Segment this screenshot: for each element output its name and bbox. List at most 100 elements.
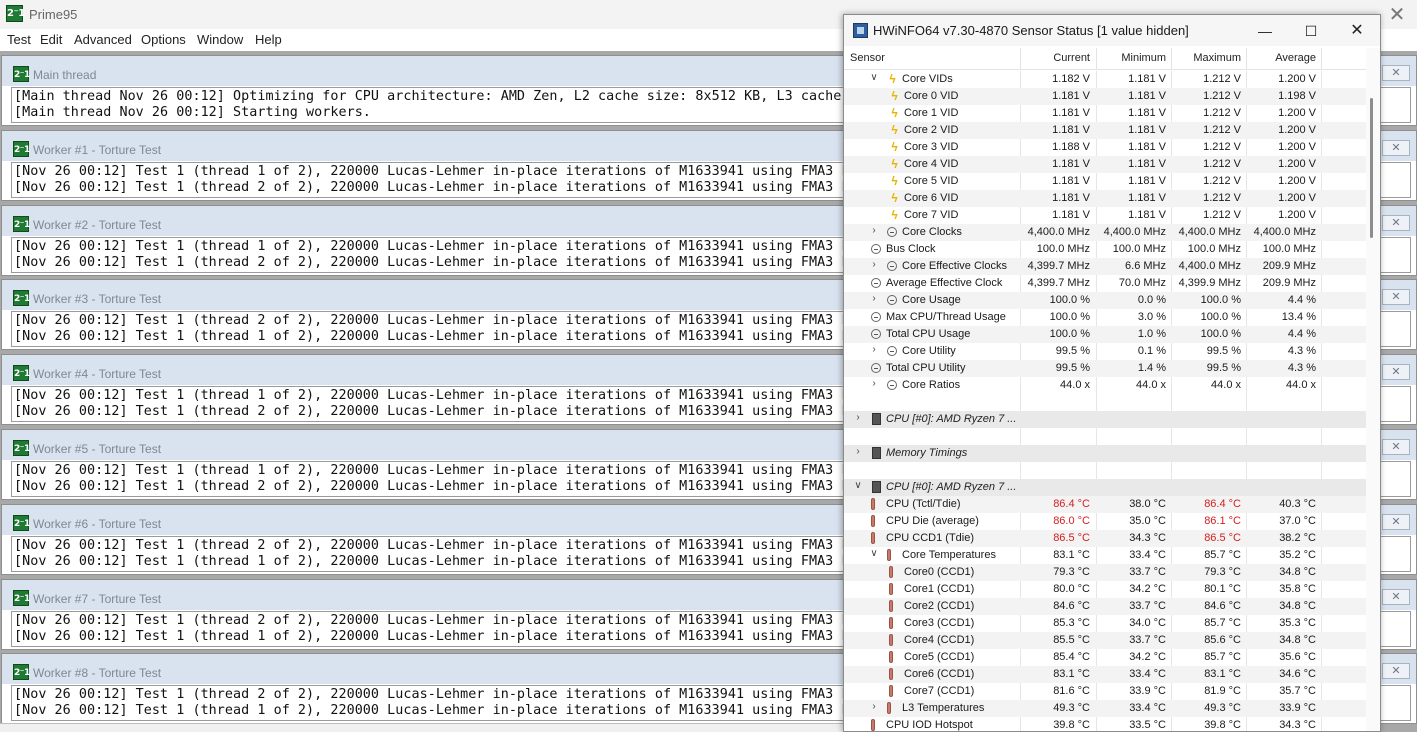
- sensor-row[interactable]: Core7 (CCD1) 81.6 °C 33.9 °C 81.9 °C 35.7 °C: [844, 683, 1366, 700]
- sensor-row[interactable]: CPU IOD Hotspot 39.8 °C 33.5 °C 39.8 °C 34.3…: [844, 717, 1366, 731]
- maximize-button[interactable]: ☐: [1292, 19, 1330, 43]
- sensor-row[interactable]: Core3 (CCD1) 85.3 °C 34.0 °C 85.7 °C 35.3 °C: [844, 615, 1366, 632]
- sensor-scrollbar-thumb[interactable]: [1370, 98, 1373, 238]
- sensor-value-current: 1.188 V: [1052, 141, 1090, 153]
- sensor-row[interactable]: Core5 (CCD1) 85.4 °C 34.2 °C 85.7 °C 35.6 °C: [844, 649, 1366, 666]
- child-close-button[interactable]: ✕: [1382, 215, 1410, 231]
- sensor-row[interactable]: ϟ Core 5 VID 1.181 V 1.181 V 1.212 V 1.200 V: [844, 173, 1366, 190]
- sensor-value-minimum: 33.4 °C: [1129, 702, 1166, 714]
- thermometer-icon: [871, 719, 875, 731]
- sensor-row[interactable]: › Core Effective Clocks 4,399.7 MHz 6.6 MHz…: [844, 258, 1366, 275]
- sensor-row[interactable]: CPU CCD1 (Tdie) 86.5 °C 34.3 °C 86.5 °C 38.2…: [844, 530, 1366, 547]
- sensor-group-row[interactable]: ∨ CPU [#0]: AMD Ryzen 7 ...: [844, 479, 1366, 496]
- sensor-row[interactable]: Core1 (CCD1) 80.0 °C 34.2 °C 80.1 °C 35.8 °C: [844, 581, 1366, 598]
- voltage-icon: ϟ: [891, 106, 898, 120]
- sensor-row[interactable]: Core0 (CCD1) 79.3 °C 33.7 °C 79.3 °C 34.8 °C: [844, 564, 1366, 581]
- menu-help[interactable]: Help: [255, 32, 282, 47]
- collapse-icon[interactable]: ∨: [869, 72, 879, 83]
- sensor-row[interactable]: Core2 (CCD1) 84.6 °C 33.7 °C 84.6 °C 34.8 °C: [844, 598, 1366, 615]
- expand-icon[interactable]: ›: [869, 225, 879, 236]
- sensor-row[interactable]: ϟ Core 6 VID 1.181 V 1.181 V 1.212 V 1.200 V: [844, 190, 1366, 207]
- expand-icon[interactable]: ›: [853, 446, 863, 457]
- collapse-icon[interactable]: ∨: [869, 548, 879, 559]
- sensor-row[interactable]: ϟ Core 7 VID 1.181 V 1.181 V 1.212 V 1.200 V: [844, 207, 1366, 224]
- sensor-scrollbar[interactable]: [1366, 48, 1380, 731]
- sensor-row[interactable]: ∨ Core Temperatures 83.1 °C 33.4 °C 85.7 °C 3…: [844, 547, 1366, 564]
- sensor-value-maximum: 1.212 V: [1203, 141, 1241, 153]
- sensor-group-row[interactable]: › Memory Timings: [844, 445, 1366, 462]
- thermometer-icon: [889, 600, 893, 612]
- child-close-button[interactable]: ✕: [1382, 589, 1410, 605]
- expand-icon[interactable]: ›: [869, 293, 879, 304]
- menu-window[interactable]: Window: [197, 32, 243, 47]
- column-header-average[interactable]: Average: [1246, 52, 1316, 64]
- sensor-value-minimum: 6.6 MHz: [1125, 260, 1166, 272]
- prime95-close-button[interactable]: ✕: [1384, 3, 1410, 27]
- menu-test[interactable]: Test: [7, 32, 31, 47]
- sensor-row[interactable]: Bus Clock 100.0 MHz 100.0 MHz 100.0 MHz 100.…: [844, 241, 1366, 258]
- sensor-name: Core7 (CCD1): [904, 685, 975, 697]
- expand-icon[interactable]: ›: [869, 259, 879, 270]
- sensor-row[interactable]: › L3 Temperatures 49.3 °C 33.4 °C 49.3 °C 33.…: [844, 700, 1366, 717]
- sensor-row[interactable]: Total CPU Utility 99.5 % 1.4 % 99.5 % 4.3 %: [844, 360, 1366, 377]
- child-title: Worker #5 - Torture Test: [33, 442, 162, 456]
- column-header-sensor[interactable]: Sensor: [850, 52, 885, 64]
- close-button[interactable]: ✕: [1338, 19, 1376, 43]
- sensor-value-maximum: 85.7 °C: [1204, 549, 1241, 561]
- child-close-button[interactable]: ✕: [1382, 289, 1410, 305]
- minimize-button[interactable]: —: [1246, 19, 1284, 43]
- expand-icon[interactable]: ›: [869, 344, 879, 355]
- sensor-value-current: 100.0 %: [1049, 294, 1090, 306]
- sensor-value-minimum: 33.7 °C: [1129, 634, 1166, 646]
- child-close-button[interactable]: ✕: [1382, 65, 1410, 81]
- menu-edit[interactable]: Edit: [40, 32, 62, 47]
- column-header-current[interactable]: Current: [1020, 52, 1090, 64]
- sensor-row[interactable]: ϟ Core 3 VID 1.188 V 1.181 V 1.212 V 1.200 V: [844, 139, 1366, 156]
- sensor-group-row[interactable]: › CPU [#0]: AMD Ryzen 7 ...: [844, 411, 1366, 428]
- child-close-button[interactable]: ✕: [1382, 364, 1410, 380]
- sensor-row[interactable]: CPU Die (average) 86.0 °C 35.0 °C 86.1 °C 37…: [844, 513, 1366, 530]
- sensor-value-maximum: 86.1 °C: [1204, 515, 1241, 527]
- sensor-row[interactable]: ϟ Core 1 VID 1.181 V 1.181 V 1.212 V 1.200 V: [844, 105, 1366, 122]
- sensor-value-minimum: 70.0 MHz: [1118, 277, 1166, 289]
- sensor-row[interactable]: ϟ Core 0 VID 1.181 V 1.181 V 1.212 V 1.198 V: [844, 88, 1366, 105]
- sensor-row[interactable]: Core6 (CCD1) 83.1 °C 33.4 °C 83.1 °C 34.6 °C: [844, 666, 1366, 683]
- sensor-value-minimum: 1.181 V: [1128, 209, 1166, 221]
- column-header-minimum[interactable]: Minimum: [1096, 52, 1166, 64]
- sensor-row[interactable]: Core4 (CCD1) 85.5 °C 33.7 °C 85.6 °C 34.8 °C: [844, 632, 1366, 649]
- sensor-row[interactable]: › Core Utility 99.5 % 0.1 % 99.5 % 4.3 %: [844, 343, 1366, 360]
- sensor-value-average: 1.200 V: [1278, 158, 1316, 170]
- voltage-icon: ϟ: [891, 157, 898, 171]
- sensor-value-current: 84.6 °C: [1053, 600, 1090, 612]
- sensor-value-minimum: 100.0 MHz: [1112, 243, 1166, 255]
- sensor-row[interactable]: › Core Ratios 44.0 x 44.0 x 44.0 x 44.0 x: [844, 377, 1366, 394]
- sensor-row[interactable]: › Core Usage 100.0 % 0.0 % 100.0 % 4.4 %: [844, 292, 1366, 309]
- sensor-row[interactable]: Average Effective Clock 4,399.7 MHz 70.0 M…: [844, 275, 1366, 292]
- sensor-row[interactable]: ϟ Core 4 VID 1.181 V 1.181 V 1.212 V 1.200 V: [844, 156, 1366, 173]
- child-close-button[interactable]: ✕: [1382, 439, 1410, 455]
- child-close-button[interactable]: ✕: [1382, 514, 1410, 530]
- sensor-row[interactable]: › Core Clocks 4,400.0 MHz 4,400.0 MHz 4,400.…: [844, 224, 1366, 241]
- menu-options[interactable]: Options: [141, 32, 186, 47]
- expand-icon[interactable]: ›: [869, 378, 879, 389]
- sensor-row[interactable]: Total CPU Usage 100.0 % 1.0 % 100.0 % 4.4 %: [844, 326, 1366, 343]
- column-divider[interactable]: [1321, 48, 1322, 70]
- sensor-row[interactable]: Max CPU/Thread Usage 100.0 % 3.0 % 100.0 % 1…: [844, 309, 1366, 326]
- sensor-row[interactable]: ∨ ϟ Core VIDs 1.182 V 1.181 V 1.212 V 1.200 V: [844, 71, 1366, 88]
- sensor-row[interactable]: ϟ Core 2 VID 1.181 V 1.181 V 1.212 V 1.200 V: [844, 122, 1366, 139]
- sensor-value-average: 37.0 °C: [1279, 515, 1316, 527]
- hwinfo-titlebar[interactable]: HWiNFO64 v7.30-4870 Sensor Status [1 val…: [844, 15, 1380, 46]
- child-title: Worker #2 - Torture Test: [33, 218, 162, 232]
- thermometer-icon: [889, 668, 893, 680]
- collapse-icon[interactable]: ∨: [853, 480, 863, 491]
- sensor-row[interactable]: CPU (Tctl/Tdie) 86.4 °C 38.0 °C 86.4 °C 40.3…: [844, 496, 1366, 513]
- column-header-maximum[interactable]: Maximum: [1171, 52, 1241, 64]
- child-close-button[interactable]: ✕: [1382, 663, 1410, 679]
- expand-icon[interactable]: ›: [853, 412, 863, 423]
- sensor-value-minimum: 33.4 °C: [1129, 549, 1166, 561]
- sensor-value-current: 100.0 %: [1049, 328, 1090, 340]
- expand-icon[interactable]: ›: [869, 701, 879, 712]
- child-close-button[interactable]: ✕: [1382, 140, 1410, 156]
- menu-advanced[interactable]: Advanced: [74, 32, 132, 47]
- prime95-worker-icon: 2⁻1: [13, 440, 30, 456]
